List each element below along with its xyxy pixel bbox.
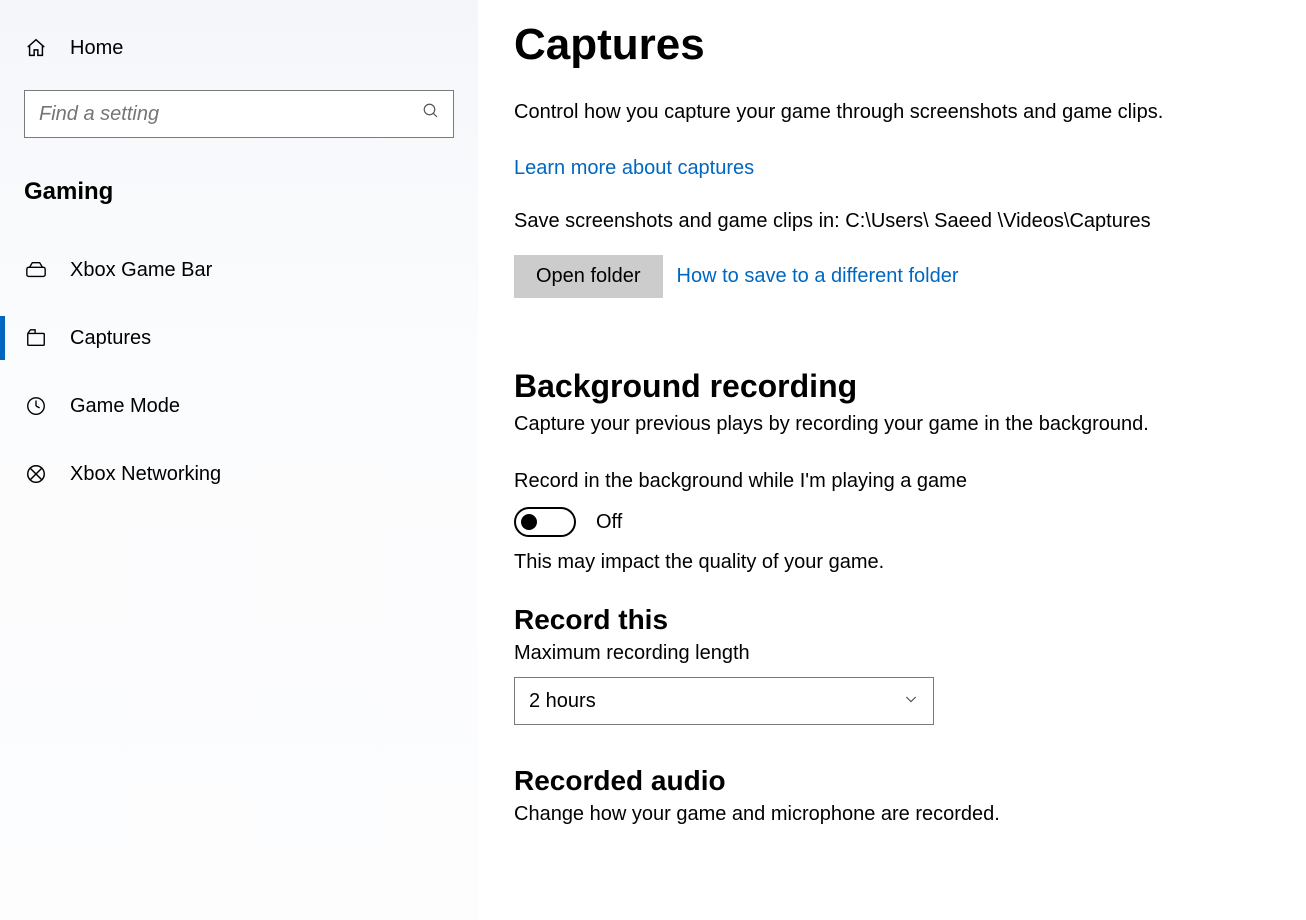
home-icon	[24, 36, 48, 60]
max-length-value: 2 hours	[529, 690, 596, 713]
sidebar-item-label: Xbox Game Bar	[70, 259, 212, 282]
bg-toggle-note: This may impact the quality of your game…	[514, 551, 1266, 574]
page-description: Control how you capture your game throug…	[514, 98, 1194, 127]
sidebar-item-label: Captures	[70, 327, 151, 350]
chevron-down-icon	[903, 690, 919, 713]
home-label: Home	[70, 37, 123, 60]
open-folder-button[interactable]: Open folder	[514, 255, 663, 298]
recorded-audio-heading: Recorded audio	[514, 765, 1266, 797]
sidebar-item-xbox-game-bar[interactable]: Xbox Game Bar	[0, 236, 478, 304]
save-path-text: Save screenshots and game clips in: C:\U…	[514, 210, 1266, 233]
page-title: Captures	[514, 20, 1266, 70]
recorded-audio-desc: Change how your game and microphone are …	[514, 803, 1266, 826]
captures-icon	[24, 326, 48, 350]
gamebar-icon	[24, 258, 48, 282]
search-icon	[422, 102, 440, 126]
bg-toggle-state: Off	[596, 511, 622, 534]
sidebar-section-label: Gaming	[0, 148, 478, 218]
search-input[interactable]	[24, 90, 454, 138]
toggle-knob	[521, 514, 537, 530]
max-length-label: Maximum recording length	[514, 642, 1266, 665]
home-nav[interactable]: Home	[0, 24, 478, 72]
sidebar-item-captures[interactable]: Captures	[0, 304, 478, 372]
gamemode-icon	[24, 394, 48, 418]
learn-more-link[interactable]: Learn more about captures	[514, 157, 1266, 180]
sidebar-item-label: Game Mode	[70, 395, 180, 418]
sidebar-nav-list: Xbox Game Bar Captures Game Mode	[0, 218, 478, 508]
sidebar-item-xbox-networking[interactable]: Xbox Networking	[0, 440, 478, 508]
sidebar-item-game-mode[interactable]: Game Mode	[0, 372, 478, 440]
background-recording-desc: Capture your previous plays by recording…	[514, 413, 1266, 436]
sidebar-item-label: Xbox Networking	[70, 463, 221, 486]
search-wrap	[0, 72, 478, 148]
background-recording-heading: Background recording	[514, 368, 1266, 405]
bg-record-toggle[interactable]	[514, 507, 576, 537]
record-this-heading: Record this	[514, 604, 1266, 636]
main-content: Captures Control how you capture your ga…	[478, 0, 1306, 920]
max-length-select[interactable]: 2 hours	[514, 677, 934, 725]
how-to-save-link[interactable]: How to save to a different folder	[677, 265, 959, 288]
bg-toggle-label: Record in the background while I'm playi…	[514, 470, 1266, 493]
xboxnet-icon	[24, 462, 48, 486]
sidebar: Home Gaming Xbox Game Bar	[0, 0, 478, 920]
